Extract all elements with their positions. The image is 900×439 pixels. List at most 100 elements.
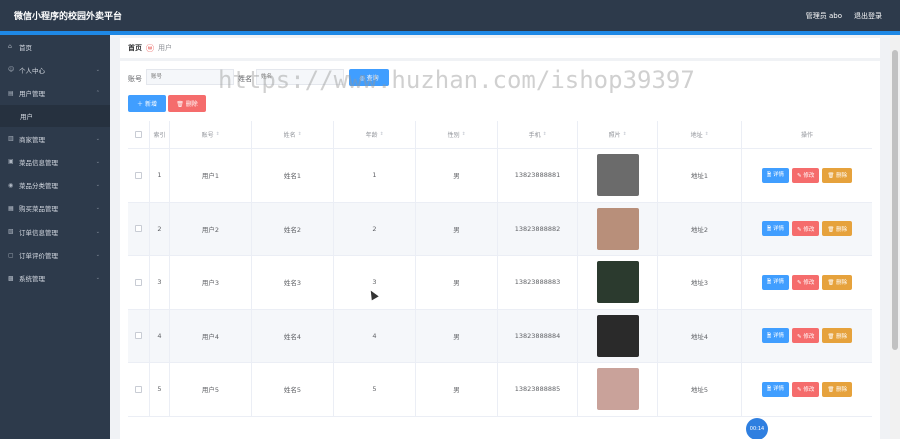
sidebar-item-profile[interactable]: ☺ 个人中心 ⌄: [0, 58, 110, 81]
sidebar-subitem-user[interactable]: 用户: [0, 104, 110, 127]
sidebar-item-dish-info[interactable]: ▣ 菜品信息管理 ⌄: [0, 150, 110, 173]
cell-name: 姓名5: [252, 363, 334, 416]
header-address[interactable]: 地址 ⇕: [658, 121, 742, 148]
floating-timer-badge[interactable]: 00:14: [746, 418, 768, 439]
dish-info-icon: ▣: [8, 158, 14, 166]
select-all-checkbox[interactable]: [135, 131, 142, 138]
edit-button[interactable]: ✎ 修改: [792, 221, 820, 237]
app-title: 微信小程序的校园外卖平台: [14, 12, 123, 22]
table-row: 2 用户2 姓名2 2 男 13823888882 地址2 🗎 详情 ✎ 修改 🗑 删除: [128, 202, 872, 256]
table-body: 1 用户1 姓名1 1 男 13823888881 地址1 🗎 详情 ✎ 修改 🗑 删除 2 用户2 姓…: [128, 149, 872, 417]
row-select[interactable]: [128, 256, 150, 309]
header-gender[interactable]: 性别 ⇕: [416, 121, 498, 148]
header-age[interactable]: 年龄 ⇕: [334, 121, 416, 148]
cell-actions: 🗎 详情 ✎ 修改 🗑 删除: [742, 256, 872, 309]
delete-button[interactable]: 🗑 删除: [822, 328, 853, 344]
cell-gender: 男: [416, 363, 498, 416]
scrollbar-thumb[interactable]: [892, 50, 898, 350]
sidebar-item-label: 商家管理: [19, 135, 45, 144]
detail-button[interactable]: 🗎 详情: [761, 381, 790, 397]
delete-button[interactable]: 🗑 删除: [822, 167, 853, 183]
row-select[interactable]: [128, 309, 150, 362]
row-select[interactable]: [128, 363, 150, 416]
chevron-down-icon: ⌄: [95, 66, 100, 73]
header-account[interactable]: 账号 ⇕: [170, 121, 252, 148]
breadcrumb-home[interactable]: 首页: [128, 43, 142, 53]
page-scrollbar[interactable]: [890, 35, 900, 439]
header-select-all[interactable]: [128, 121, 150, 148]
purchase-icon: ▦: [8, 204, 14, 212]
edit-button[interactable]: ✎ 修改: [792, 328, 820, 344]
cell-account: 用户3: [170, 256, 252, 309]
sidebar: ⌂ 首页 ☺ 个人中心 ⌄ ▤ 用户管理 ⌃ 用户 ▥ 商家管理 ⌄ ▣ 菜品信…: [0, 35, 110, 439]
row-checkbox[interactable]: [135, 332, 142, 340]
sidebar-item-home[interactable]: ⌂ 首页: [0, 35, 110, 58]
sidebar-item-user-manage[interactable]: ▤ 用户管理 ⌃: [0, 82, 110, 105]
user-photo: [596, 368, 639, 411]
detail-button[interactable]: 🗎 详情: [761, 167, 790, 183]
edit-button[interactable]: ✎ 修改: [792, 167, 820, 183]
edit-button[interactable]: ✎ 修改: [792, 381, 820, 397]
row-select[interactable]: [128, 149, 150, 202]
home-icon: ⌂: [8, 43, 12, 51]
name-input[interactable]: [256, 69, 344, 85]
account-label: 账号: [128, 75, 142, 83]
sidebar-item-label: 个人中心: [19, 66, 45, 75]
cell-account: 用户4: [170, 309, 252, 362]
row-checkbox[interactable]: [135, 385, 142, 393]
cell-index: 5: [150, 363, 170, 416]
cell-gender: 男: [416, 149, 498, 202]
cell-name: 姓名3: [252, 256, 334, 309]
sidebar-item-purchase[interactable]: ▦ 购买菜品管理 ⌄: [0, 197, 110, 220]
cell-photo: [578, 309, 658, 362]
sidebar-item-order-info[interactable]: ▧ 订单信息管理 ⌄: [0, 220, 110, 243]
cell-age: 4: [334, 309, 416, 362]
sidebar-item-system[interactable]: ▩ 系统管理 ⌄: [0, 267, 110, 290]
sidebar-item-label: 订单信息管理: [19, 228, 58, 237]
user-photo: [596, 154, 639, 197]
delete-button[interactable]: 🗑 删除: [822, 381, 853, 397]
row-checkbox[interactable]: [135, 278, 142, 286]
table-header: 索引 账号 ⇕ 姓名 ⇕ 年龄 ⇕ 性别 ⇕ 手机 ⇕ 照片 ⇕ 地址 ⇕ 操作: [128, 121, 872, 149]
cell-account: 用户2: [170, 202, 252, 255]
sidebar-item-label: 订单评价管理: [19, 252, 58, 261]
cell-account: 用户5: [170, 363, 252, 416]
chevron-down-icon: ⌄: [95, 182, 100, 189]
delete-button[interactable]: 🗑 删除: [822, 221, 853, 237]
sort-icon: ⇕: [542, 132, 547, 137]
sidebar-item-category[interactable]: ◉ 菜品分类管理 ⌄: [0, 173, 110, 196]
sidebar-item-review[interactable]: ▢ 订单评价管理 ⌄: [0, 243, 110, 266]
cell-address: 地址3: [658, 256, 742, 309]
cell-phone: 13823888884: [498, 309, 578, 362]
table-row: 1 用户1 姓名1 1 男 13823888881 地址1 🗎 详情 ✎ 修改 🗑 删除: [128, 149, 872, 203]
sort-icon: ⇕: [379, 132, 384, 137]
chevron-down-icon: ⌄: [95, 275, 100, 282]
row-checkbox[interactable]: [135, 225, 142, 233]
cell-phone: 13823888881: [498, 149, 578, 202]
logout-link[interactable]: 退出登录: [854, 11, 882, 21]
search-button[interactable]: ◎ 查询: [349, 69, 389, 86]
row-checkbox[interactable]: [135, 171, 142, 179]
account-input[interactable]: [146, 69, 234, 85]
breadcrumb: 首页 ⓦ 用户: [120, 38, 880, 58]
chevron-down-icon: ⌄: [95, 158, 100, 165]
header-photo[interactable]: 照片 ⇕: [578, 121, 658, 148]
table-row: 3 用户3 姓名3 3 男 13823888883 地址3 🗎 详情 ✎ 修改 🗑 删除: [128, 256, 872, 310]
delete-button[interactable]: 🗑 删除: [822, 274, 853, 290]
cell-name: 姓名1: [252, 149, 334, 202]
header-name[interactable]: 姓名 ⇕: [252, 121, 334, 148]
breadcrumb-separator-icon: ⓦ: [146, 43, 154, 53]
main-content: 首页 ⓦ 用户 账号 姓名 ◎ 查询 ＋ 新增 🗑 删除 索引 账号⇕ 姓名⇕ …: [110, 35, 890, 439]
table-row: 4 用户4 姓名4 4 男 13823888884 地址4 🗎 详情 ✎ 修改 🗑 删除: [128, 309, 872, 363]
detail-button[interactable]: 🗎 详情: [761, 274, 790, 290]
chevron-down-icon: ⌄: [95, 252, 100, 259]
chevron-down-icon: ⌄: [95, 205, 100, 212]
batch-delete-button[interactable]: 🗑 删除: [168, 95, 206, 112]
row-select[interactable]: [128, 202, 150, 255]
detail-button[interactable]: 🗎 详情: [761, 328, 790, 344]
detail-button[interactable]: 🗎 详情: [761, 221, 790, 237]
header-phone[interactable]: 手机 ⇕: [498, 121, 578, 148]
edit-button[interactable]: ✎ 修改: [792, 274, 820, 290]
sidebar-item-merchant[interactable]: ▥ 商家管理 ⌄: [0, 127, 110, 150]
add-button[interactable]: ＋ 新增: [128, 95, 166, 112]
